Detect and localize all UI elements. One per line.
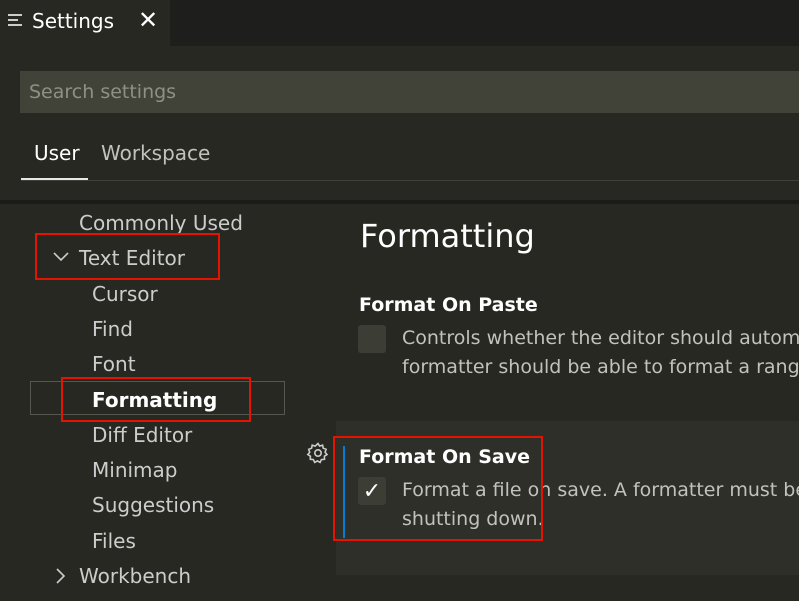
search-input[interactable] xyxy=(20,71,799,113)
close-icon[interactable]: ✕ xyxy=(138,6,158,34)
tab-user[interactable]: User xyxy=(34,141,80,165)
setting-description: Controls whether the editor should autom… xyxy=(402,324,799,384)
toc-item-cursor[interactable]: Cursor xyxy=(92,281,158,307)
toc-item-find[interactable]: Find xyxy=(92,316,133,342)
editor-tab-bar: Settings ✕ xyxy=(0,0,799,46)
gear-icon[interactable] xyxy=(306,441,330,465)
chevron-right-icon xyxy=(56,568,66,584)
highlight-box-text-editor xyxy=(35,233,220,280)
highlight-box-formatting xyxy=(61,377,251,422)
toc-item-font[interactable]: Font xyxy=(92,351,136,377)
format-on-paste-checkbox[interactable] xyxy=(358,325,386,353)
desc-line: formatter should be able to format a ran… xyxy=(402,356,799,378)
toc-item-files[interactable]: Files xyxy=(92,528,136,554)
header-shadow xyxy=(0,200,799,204)
desc-line: Controls whether the editor should autom… xyxy=(402,327,799,349)
section-title: Formatting xyxy=(360,217,535,255)
setting-title-format-on-paste: Format On Paste xyxy=(359,294,538,316)
toc-item-minimap[interactable]: Minimap xyxy=(92,457,177,483)
tab-workspace[interactable]: Workspace xyxy=(101,141,210,165)
toc-item-label: Workbench xyxy=(79,564,191,588)
highlight-box-format-on-save xyxy=(333,436,543,541)
list-icon xyxy=(8,14,22,30)
toc-item-suggestions[interactable]: Suggestions xyxy=(92,492,214,518)
settings-tab[interactable]: Settings ✕ xyxy=(0,0,170,46)
tab-title: Settings xyxy=(32,9,115,33)
toc-item-diff-editor[interactable]: Diff Editor xyxy=(92,422,192,448)
toc-item-workbench[interactable]: Workbench xyxy=(50,563,200,591)
scope-divider xyxy=(21,180,799,181)
